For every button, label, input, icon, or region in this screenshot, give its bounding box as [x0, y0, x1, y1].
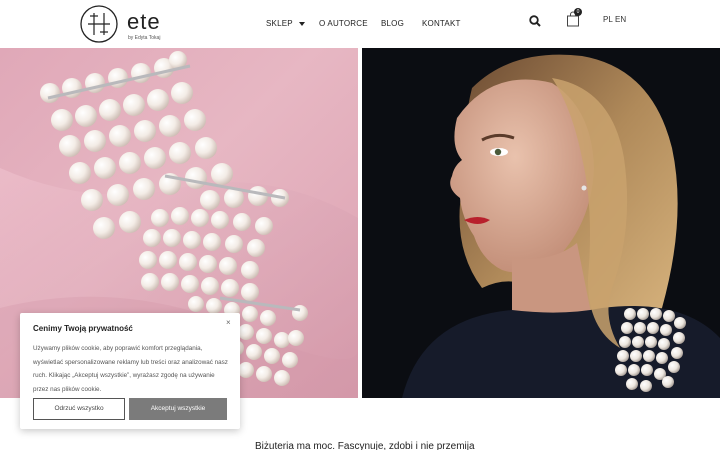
- logo-mark-icon: [80, 5, 118, 43]
- cookie-consent-banner: Cenimy Twoją prywatność × Używamy plików…: [20, 313, 240, 429]
- nav-item-kontakt[interactable]: KONTAKT: [422, 19, 461, 28]
- language-pl-link[interactable]: PL: [603, 15, 613, 24]
- model-portrait-illustration: [402, 54, 720, 398]
- cookie-title: Cenimy Twoją prywatność: [33, 324, 133, 333]
- site-header: ete by Edyta Tokaj SKLEP O AUTORCE BLOG …: [0, 0, 720, 48]
- search-icon[interactable]: [529, 15, 541, 27]
- nav-item-sklep-label: SKLEP: [266, 19, 293, 28]
- chevron-down-icon: [298, 21, 305, 26]
- nav-item-sklep[interactable]: SKLEP: [266, 19, 305, 28]
- nav-item-o-autorce[interactable]: O AUTORCE: [319, 19, 368, 28]
- tagline: Biżuteria ma moc. Fascynuje, zdobi i nie…: [255, 441, 475, 450]
- logo-wordmark: ete: [127, 9, 161, 34]
- logo-subtitle: by Edyta Tokaj: [128, 35, 161, 41]
- logo[interactable]: ete by Edyta Tokaj: [80, 5, 170, 45]
- model-portrait-image: [362, 48, 720, 398]
- nav-item-blog[interactable]: BLOG: [381, 19, 404, 28]
- cookie-description: Używamy plików cookie, aby poprawić komf…: [33, 345, 228, 393]
- language-en-link[interactable]: EN: [615, 15, 626, 24]
- close-icon[interactable]: ×: [226, 318, 231, 327]
- accept-all-button[interactable]: Akceptuj wszystkie: [129, 398, 227, 420]
- cart-count-badge: 0: [574, 8, 582, 16]
- reject-all-button[interactable]: Odrzuć wszystko: [33, 398, 125, 420]
